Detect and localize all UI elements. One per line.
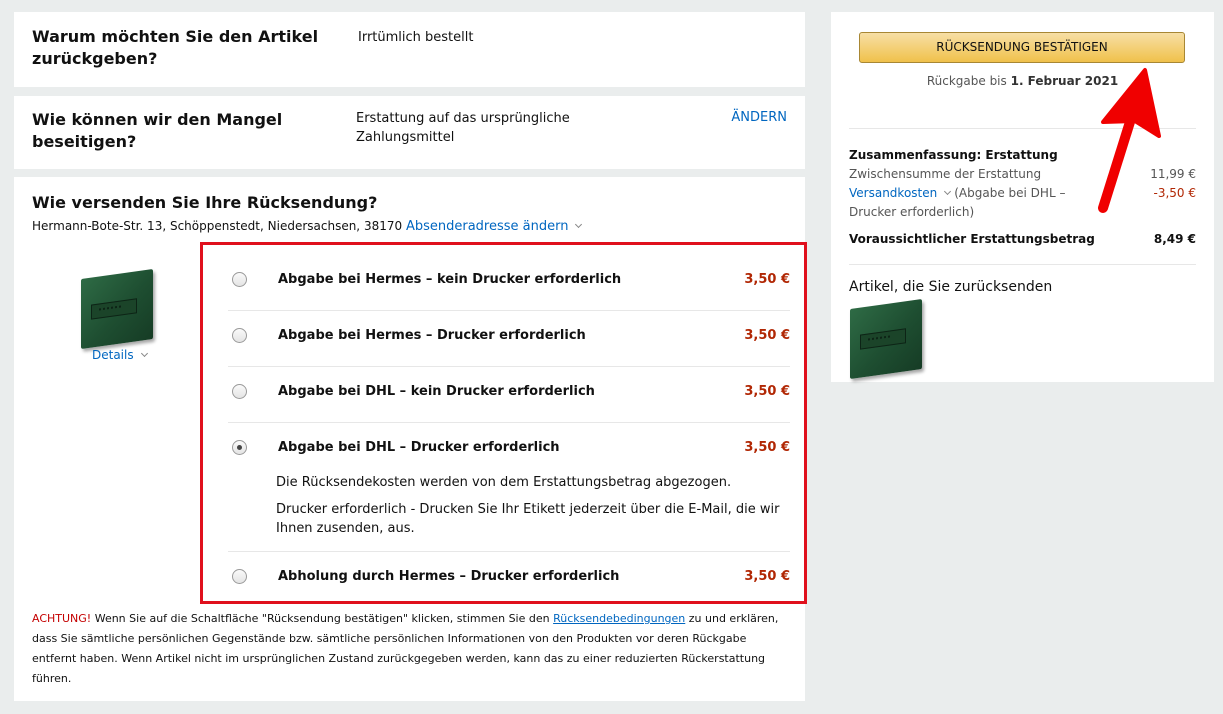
returned-item-image <box>850 298 922 380</box>
divider <box>228 310 790 311</box>
radio-button[interactable] <box>232 328 247 343</box>
shipping-option-label: Abgabe bei Hermes – kein Drucker erforde… <box>278 272 622 287</box>
annotation-arrow-icon <box>1098 68 1161 213</box>
radio-button[interactable] <box>232 569 247 584</box>
shipping-card: Wie versenden Sie Ihre Rücksendung? Herm… <box>14 177 807 701</box>
deadline-label: Rückgabe bis <box>926 74 1011 88</box>
total-value: 8,49 € <box>1153 232 1196 246</box>
product-image <box>81 268 153 350</box>
return-cost-note: Die Rücksendekosten werden von dem Ersta… <box>276 475 732 490</box>
shipping-option-price: 3,50 € <box>744 272 790 287</box>
radio-button[interactable] <box>232 272 247 287</box>
return-warning: ACHTUNG! Wenn Sie auf die Schaltfläche "… <box>32 609 787 689</box>
total-label: Voraussichtlicher Erstattungsbetrag <box>849 232 1095 246</box>
shipping-option-price: 3,50 € <box>744 569 790 584</box>
printer-note: Drucker erforderlich - Drucken Sie Ihr E… <box>276 502 780 536</box>
chevron-down-icon[interactable] <box>575 220 583 229</box>
change-remedy-link[interactable]: ÄNDERN <box>731 110 787 125</box>
shipping-heading: Wie versenden Sie Ihre Rücksendung? <box>32 193 378 212</box>
shipping-option-price: 3,50 € <box>744 440 790 455</box>
remedy-heading: Wie können wir den Mangel beseitigen? <box>32 110 283 151</box>
radio-button[interactable] <box>232 384 247 399</box>
return-reason-heading: Warum möchten Sie den Artikel zurückgebe… <box>32 27 319 68</box>
confirm-return-button[interactable]: RÜCKSENDUNG BESTÄTIGEN <box>859 32 1185 63</box>
divider <box>849 264 1196 265</box>
shipping-option-label: Abgabe bei Hermes – Drucker erforderlich <box>278 328 586 343</box>
shipping-cost-link[interactable]: Versandkosten <box>849 186 937 200</box>
shipping-option-label: Abholung durch Hermes – Drucker erforder… <box>278 569 620 584</box>
sender-address-text: Hermann-Bote-Str. 13, Schöppenstedt, Nie… <box>32 219 403 233</box>
subtotal-label: Zwischensumme der Erstattung <box>849 167 1042 181</box>
shipping-option-label: Abgabe bei DHL – Drucker erforderlich <box>278 440 560 455</box>
divider <box>228 422 790 423</box>
sender-address: Hermann-Bote-Str. 13, Schöppenstedt, Nie… <box>32 218 583 235</box>
return-terms-link[interactable]: Rücksendebedingungen <box>553 612 685 625</box>
details-dropdown[interactable]: Details <box>92 348 148 362</box>
divider <box>228 551 790 552</box>
remedy-card: Wie können wir den Mangel beseitigen? Er… <box>14 96 805 169</box>
details-link[interactable]: Details <box>92 348 134 362</box>
divider <box>228 366 790 367</box>
shipping-option-label: Abgabe bei DHL – kein Drucker erforderli… <box>278 384 595 399</box>
returned-items-heading: Artikel, die Sie zurücksenden <box>849 279 1053 295</box>
shipping-cost-row: Versandkosten (Abgabe bei DHL – Drucker e… <box>849 184 1079 222</box>
return-reason-value: Irrtümlich bestellt <box>358 30 474 45</box>
shipping-option-price: 3,50 € <box>744 384 790 399</box>
remedy-value: Erstattung auf das ursprüngliche Zahlung… <box>356 111 570 145</box>
change-address-link[interactable]: Absenderadresse ändern <box>406 219 569 234</box>
return-reason-card: Warum möchten Sie den Artikel zurückgebe… <box>14 12 805 87</box>
shipping-option-price: 3,50 € <box>744 328 790 343</box>
radio-button-selected[interactable] <box>232 440 247 455</box>
warning-prefix: ACHTUNG! <box>32 612 92 625</box>
warning-text: Wenn Sie auf die Schaltfläche "Rücksendu… <box>91 612 554 625</box>
total-row: Voraussichtlicher Erstattungsbetrag 8,49… <box>849 230 1196 249</box>
shipping-options-highlight: Abgabe bei Hermes – kein Drucker erforde… <box>200 242 807 604</box>
chevron-down-icon <box>140 349 148 358</box>
chevron-down-icon[interactable] <box>944 187 952 196</box>
